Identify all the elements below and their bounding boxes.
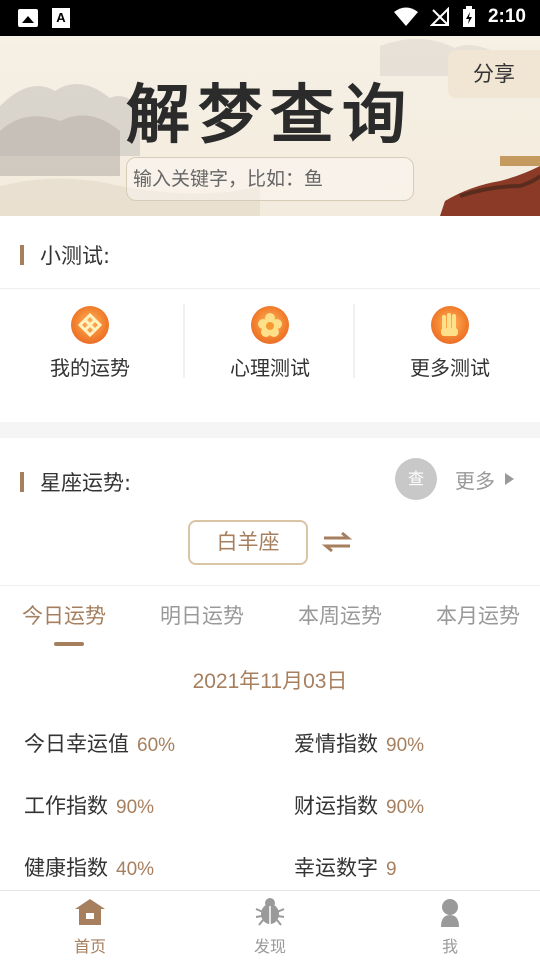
tests-grid: 我的运势 心理测试 更多测试 [0,290,540,390]
test-psychology[interactable]: 心理测试 [180,290,360,390]
section-marker [20,472,24,492]
index-item: 幸运数字 9 [294,856,397,880]
lookup-button[interactable]: 查 [395,458,437,500]
index-item: 今日幸运值 60% [24,732,176,756]
column-separator [183,304,185,378]
tests-section-title: 小测试: [20,240,110,270]
divider [0,288,540,289]
status-bar: A 2:10 [0,0,540,36]
share-button[interactable]: 分享 [448,50,540,98]
test-label: 更多测试 [410,356,490,380]
fortune-tabs: 今日运势 明日运势 本周运势 本月运势 [0,600,540,646]
section-marker [20,245,24,265]
no-signal-icon [429,7,449,26]
bug-icon [255,898,285,926]
active-tab-indicator [54,642,84,646]
index-item: 工作指数 90% [24,794,155,818]
test-label: 我的运势 [50,356,130,380]
test-more[interactable]: 更多测试 [360,290,540,390]
tab-tomorrow[interactable]: 明日运势 [160,600,244,630]
fortune-date: 2021年11月03日 [192,670,348,693]
tab-month[interactable]: 本月运势 [436,600,520,630]
swap-icon[interactable] [322,530,352,554]
font-notification-icon: A [52,8,70,28]
horoscope-actions: 查 更多 [395,458,514,500]
dream-search-input[interactable]: 输入关键字，比如：鱼 [126,157,414,201]
flower-icon [251,306,289,344]
wifi-icon [393,7,418,26]
column-separator [353,304,355,378]
bottom-navigation: 首页 发现 我 [0,890,540,960]
tab-today[interactable]: 今日运势 [22,600,106,630]
index-item: 财运指数 90% [294,794,425,818]
tab-week[interactable]: 本周运势 [298,600,382,630]
section-gap [0,422,540,438]
index-item: 爱情指数 90% [294,732,425,756]
nav-discover[interactable]: 发现 [220,897,320,957]
horoscope-section-title: 星座运势: [20,467,131,497]
index-item: 健康指数 40% [24,856,155,880]
user-icon [441,899,459,927]
home-icon [75,899,105,925]
nav-me[interactable]: 我 [400,897,500,957]
divider [0,585,540,586]
image-notification-icon [18,9,38,27]
test-label: 心理测试 [230,356,310,380]
chevron-right-icon[interactable] [505,473,514,485]
more-link[interactable]: 更多 [455,465,495,494]
knot-icon [71,306,109,344]
dream-search-header: 解梦查询 分享 输入关键字，比如：鱼 [0,36,540,216]
zodiac-sign-button[interactable]: 白羊座 [188,520,308,565]
test-my-fortune[interactable]: 我的运势 [0,290,180,390]
battery-charging-icon [462,6,475,27]
nav-home[interactable]: 首页 [40,897,140,957]
hand-icon [431,306,469,344]
clock-time: 2:10 [487,6,526,27]
